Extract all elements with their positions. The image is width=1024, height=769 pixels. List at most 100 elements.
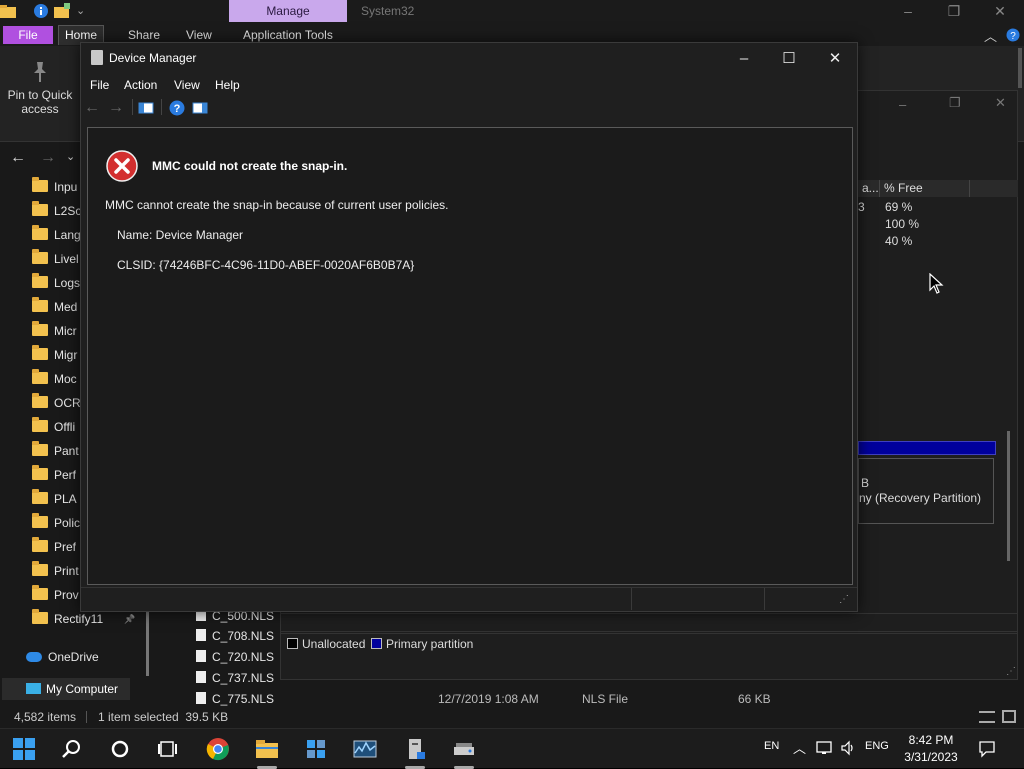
folder-icon [32, 537, 48, 552]
file-list-item[interactable]: C_737.NLS [196, 668, 274, 689]
resize-grip-icon[interactable]: ⋰ [1006, 666, 1016, 677]
forward-icon[interactable]: → [108, 99, 124, 117]
tab-manage[interactable]: Manage [229, 0, 347, 22]
folder-icon [32, 585, 48, 600]
device-manager-window: Device Manager – ☐ ✕ File Action View He… [80, 42, 858, 612]
folder-icon [32, 273, 48, 288]
navigation-buttons: ← → ⌄ [0, 146, 80, 172]
explorer-close-button[interactable]: ✕ [977, 0, 1023, 24]
show-hidden-icons-icon[interactable]: ︿ [793, 738, 806, 757]
collapse-ribbon-icon[interactable]: ︿ [984, 26, 997, 45]
onedrive-label: OneDrive [48, 650, 99, 664]
input-language-short[interactable]: EN [764, 740, 779, 752]
unallocated-label: Unallocated [302, 637, 366, 651]
start-icon[interactable] [12, 737, 36, 761]
menu-view[interactable]: View [168, 75, 206, 95]
volume-table-header: a... % Free [858, 180, 1018, 197]
error-icon [106, 150, 138, 182]
task-view-icon[interactable] [156, 737, 180, 761]
nav-onedrive[interactable]: OneDrive [26, 646, 99, 668]
explorer-maximize-button[interactable]: ❐ [931, 0, 977, 24]
primary-swatch [371, 638, 382, 649]
network-icon[interactable] [816, 740, 832, 756]
file-list-item[interactable]: C_720.NLS [196, 647, 274, 668]
device-manager-icon[interactable] [403, 737, 427, 761]
large-icons-view-icon[interactable] [1002, 710, 1016, 723]
menu-action[interactable]: Action [118, 75, 163, 95]
nav-my-computer[interactable]: My Computer [2, 678, 130, 700]
column-capacity[interactable]: a... [858, 180, 880, 197]
nav-folder-label: Offli [54, 420, 76, 434]
error-title: MMC could not create the snap-in. [152, 159, 348, 173]
taskbar: EN ︿ ENG 8:42 PM 3/31/2023 [0, 728, 1024, 769]
details-view-icon[interactable] [979, 711, 995, 723]
partition-bar[interactable] [858, 441, 996, 455]
folder-icon [32, 561, 48, 576]
menu-help[interactable]: Help [209, 75, 246, 95]
free-cell: 69 % [885, 200, 913, 214]
recovery-partition[interactable]: B ny (Recovery Partition) [858, 458, 994, 524]
resource-monitor-icon[interactable] [353, 737, 377, 761]
nav-folder-label: Lang [54, 228, 81, 242]
file-icon [196, 650, 206, 662]
chrome-icon[interactable] [206, 737, 230, 761]
show-hide-console-tree-icon[interactable] [138, 100, 154, 116]
status-divider [86, 711, 87, 723]
menu-file[interactable]: File [84, 75, 115, 95]
file-name: C_775.NLS [212, 692, 275, 706]
file-list-item[interactable]: C_708.NLS [196, 626, 274, 647]
window-title: System32 [361, 4, 415, 18]
clock[interactable]: 8:42 PM 3/31/2023 [900, 732, 962, 766]
new-folder-icon[interactable] [54, 3, 72, 19]
file-name: C_708.NLS [212, 629, 275, 643]
nav-folder-label: Micr [54, 324, 77, 338]
folder-icon [32, 249, 48, 264]
volume-icon[interactable] [840, 740, 856, 756]
pin-label: Pin to Quick access [7, 88, 73, 116]
properties-icon[interactable] [33, 3, 51, 19]
folder-icon [32, 297, 48, 312]
close-button[interactable]: ✕ [813, 47, 857, 71]
nav-pane-scrollbar[interactable] [146, 612, 149, 676]
show-action-pane-icon[interactable] [192, 100, 208, 116]
snapin-clsid: CLSID: {74246BFC-4C96-11D0-ABEF-0020AF6B… [117, 258, 415, 272]
dm2-maximize-button[interactable]: ❐ [949, 95, 961, 111]
input-language[interactable]: ENG [865, 740, 889, 752]
tab-file[interactable]: File [3, 26, 53, 44]
file-name: C_720.NLS [212, 650, 275, 664]
ribbon-scrollbar[interactable] [1018, 48, 1022, 88]
help-icon[interactable]: ? [1006, 28, 1020, 42]
folder-icon [32, 609, 48, 624]
back-icon[interactable]: ← [10, 149, 26, 167]
column-percent-free[interactable]: % Free [880, 180, 970, 197]
my-computer-label: My Computer [46, 682, 119, 696]
forward-icon[interactable]: → [40, 149, 56, 167]
dm2-close-button[interactable]: ✕ [995, 95, 1006, 111]
minimize-button[interactable]: – [722, 47, 766, 71]
cortana-icon[interactable] [108, 737, 132, 761]
explorer-titlebar: ⌄ Manage System32 – ❐ ✕ [0, 0, 1024, 24]
file-icon [196, 692, 206, 704]
app-icon[interactable] [304, 737, 328, 761]
dm2-minimize-button[interactable]: – [899, 97, 906, 112]
dm2-scrollbar[interactable] [1007, 431, 1010, 561]
search-icon[interactable] [60, 737, 84, 761]
explorer-minimize-button[interactable]: – [885, 0, 931, 24]
notifications-icon[interactable] [978, 740, 996, 758]
help-icon[interactable]: ? [169, 100, 185, 116]
maximize-button[interactable]: ☐ [767, 47, 811, 71]
nav-folder-label: OCR [54, 396, 81, 410]
file-icon [196, 629, 206, 641]
file-explorer-icon[interactable] [255, 737, 279, 761]
partition-label: ny (Recovery Partition) [859, 491, 982, 505]
qat-dropdown-icon[interactable]: ⌄ [76, 4, 85, 17]
recent-locations-icon[interactable]: ⌄ [66, 150, 75, 163]
nav-folder-label: Polic [54, 516, 81, 530]
folder-icon [32, 465, 48, 480]
status-divider [764, 588, 765, 610]
pin-to-quick-access-button[interactable]: Pin to Quick access [2, 52, 78, 138]
disk-management-icon[interactable] [452, 737, 476, 761]
folder-icon [32, 225, 48, 240]
resize-grip-icon[interactable]: ⋰ [839, 594, 849, 605]
back-icon[interactable]: ← [84, 99, 100, 117]
